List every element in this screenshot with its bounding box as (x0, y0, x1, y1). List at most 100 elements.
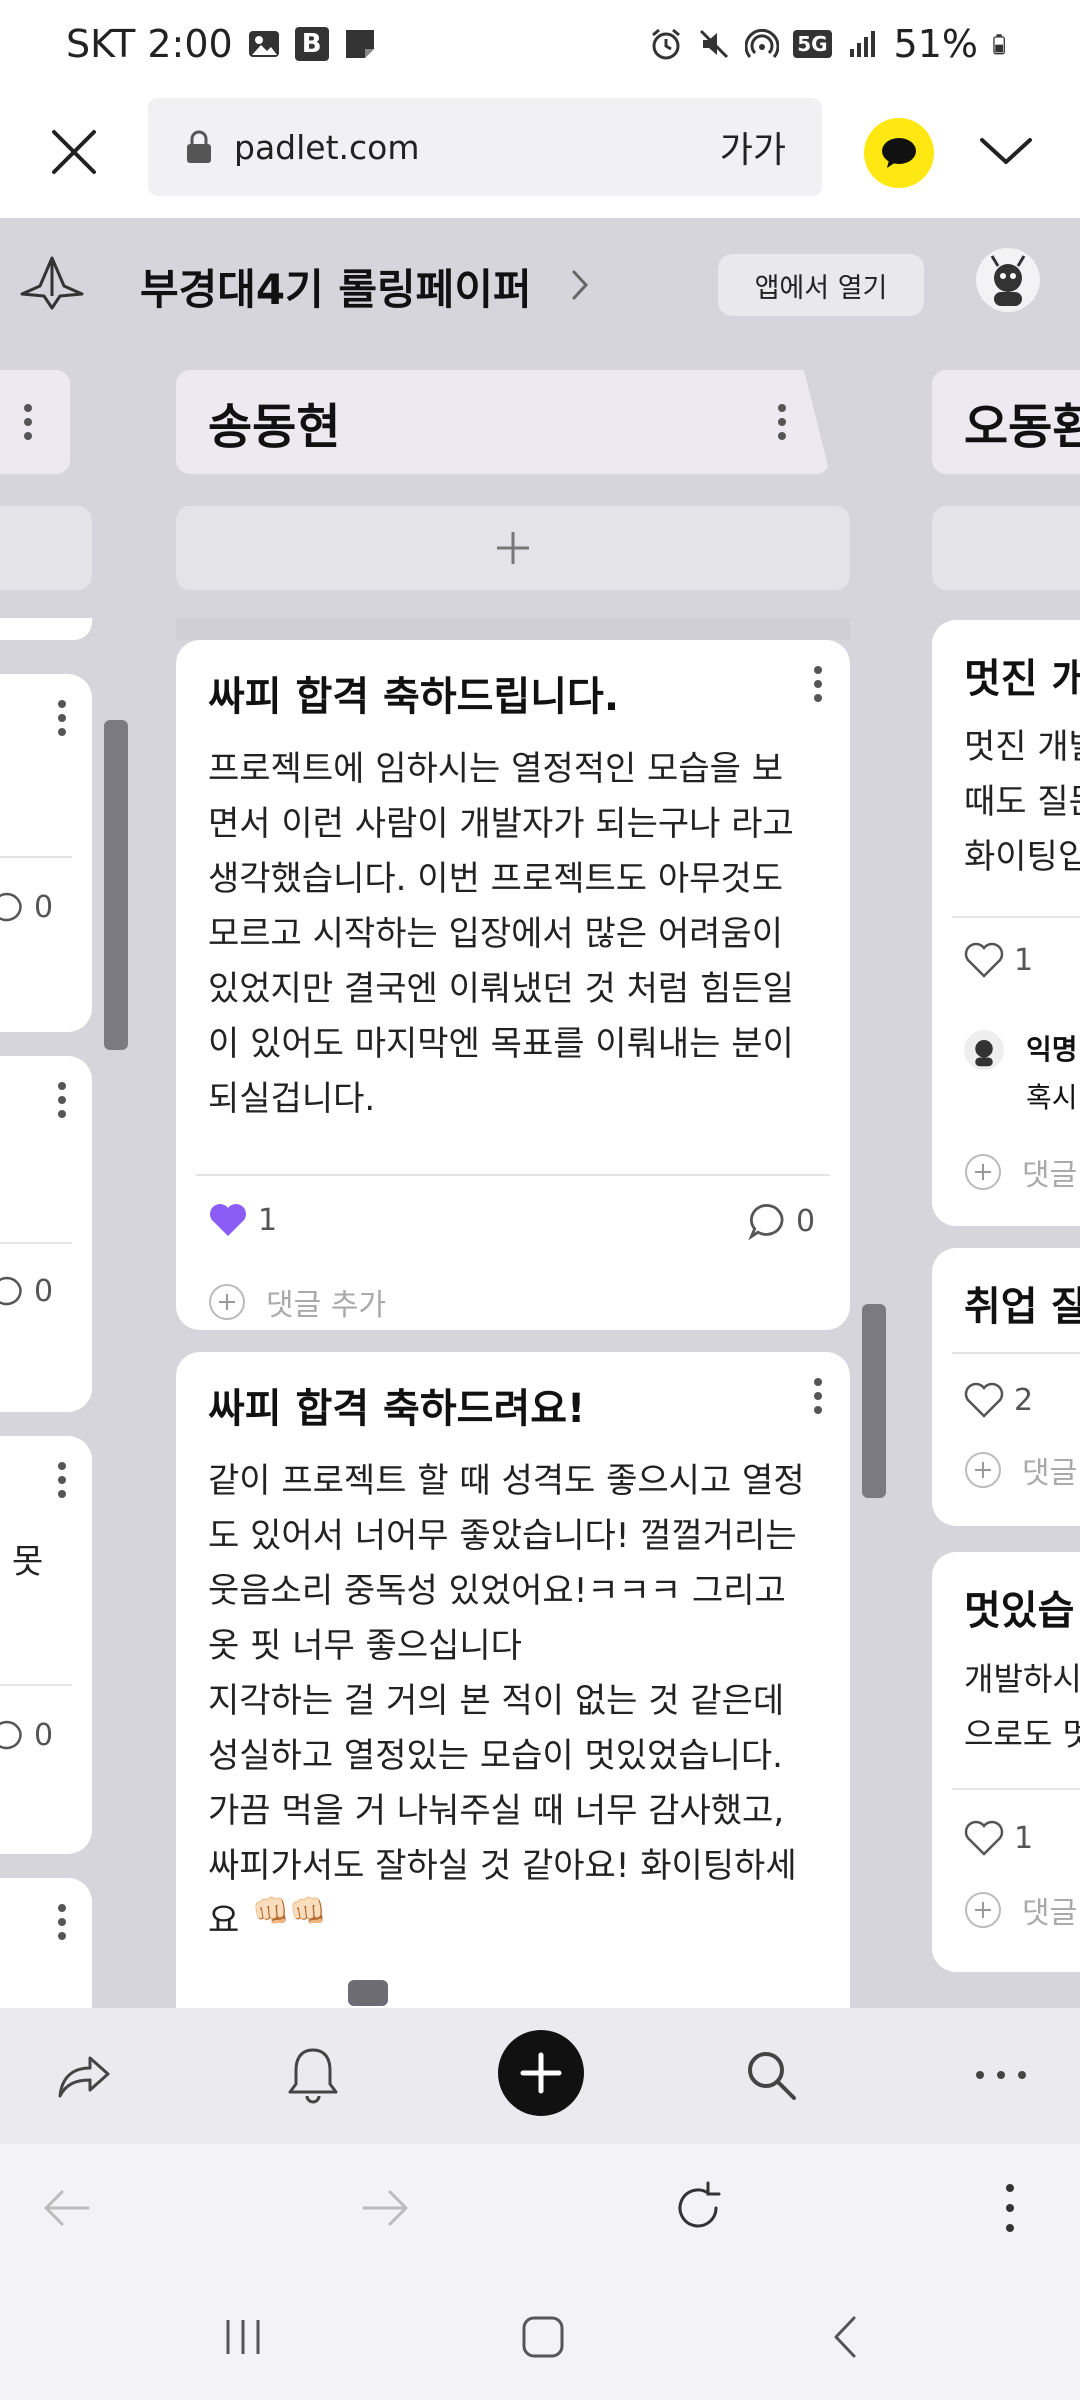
right-column-add-bar[interactable] (932, 506, 1080, 590)
card-divider (952, 1788, 1080, 1790)
left-column-scrollbar[interactable] (104, 720, 128, 1050)
avatar[interactable] (976, 248, 1040, 312)
board-title[interactable]: 부경대4기 롤링페이퍼 (140, 256, 532, 317)
column-header-center[interactable]: 송동현 (176, 370, 830, 474)
post-body: 개발하시 으로도 멋 (964, 1660, 1080, 1753)
avatar-icon (990, 255, 1026, 306)
plus-icon (497, 532, 529, 564)
left-card-2[interactable]: 0 (0, 1056, 92, 1412)
card-divider (0, 856, 72, 858)
close-icon[interactable] (44, 122, 104, 182)
left-card-4[interactable] (0, 1878, 92, 2008)
center-card-top-sliver (176, 618, 850, 640)
share-icon[interactable] (48, 2040, 118, 2110)
open-in-app-button[interactable]: 앱에서 열기 (718, 254, 924, 316)
kakao-button[interactable] (864, 118, 934, 188)
add-comment-button[interactable]: 댓글 (964, 1888, 1077, 1932)
post-title: 멋있습 (964, 1588, 1075, 1634)
kebab-icon[interactable] (776, 402, 788, 442)
left-card-3[interactable]: 못 0 (0, 1436, 92, 1854)
search-icon[interactable] (736, 2040, 806, 2110)
post-card[interactable]: 싸피 합격 축하드립니다. 프로젝트에 임하시는 열정적인 모습을 보 면서 이… (176, 640, 850, 1330)
comment-icon (0, 1276, 22, 1305)
alarm-icon (652, 28, 681, 60)
center-column-scrollbar[interactable] (862, 1304, 886, 1498)
post-title: 싸피 합격 축하드려요! (208, 1386, 586, 1432)
comment-icon (0, 892, 22, 921)
comment-avatar (964, 1030, 1004, 1070)
battery-percent: 51% (893, 22, 978, 66)
plus-icon (209, 1284, 245, 1320)
menu-kebab-icon[interactable] (1000, 2178, 1020, 2238)
add-comment-button[interactable]: 댓글 추가 (208, 1280, 386, 1324)
padlet-board[interactable]: 부경대4기 롤링페이퍼 앱에서 열기 0 0 못 0 송동현 싸피 합격 축하드… (0, 218, 1080, 2008)
comment-count[interactable]: 0 (0, 890, 53, 925)
post-card[interactable]: 취업 잘 2 댓글 (932, 1248, 1080, 1526)
avatar-icon (975, 1040, 993, 1067)
kebab-icon[interactable] (22, 402, 34, 442)
hotspot-icon (745, 28, 780, 58)
recent-apps-icon[interactable] (218, 2312, 268, 2362)
comment-count[interactable]: 0 (0, 1274, 53, 1309)
post-card[interactable]: 싸피 합격 축하드려요! 같이 프로젝트 할 때 성격도 좋으시고 열정 도 있… (176, 1352, 850, 2008)
horizontal-scrollbar[interactable] (348, 1980, 388, 2006)
left-column-add-bar[interactable] (0, 506, 92, 590)
chevron-right-icon[interactable] (568, 268, 592, 302)
post-card[interactable]: 멋진 개 멋진 개발 때도 질문 화이팅입 1 익명 혹시 댓글 (932, 620, 1080, 1226)
heart-icon (210, 1204, 246, 1236)
card-divider (952, 1352, 1080, 1354)
board-header: 부경대4기 롤링페이퍼 앱에서 열기 (0, 218, 1080, 348)
partial-post-text: 못 (12, 1542, 44, 1582)
kebab-icon[interactable] (56, 1902, 68, 1942)
plus-icon (965, 1892, 1001, 1928)
like-count[interactable]: 1 (964, 1820, 1033, 1856)
new-post-button[interactable] (498, 2030, 584, 2116)
plus-icon (965, 1154, 1001, 1190)
home-icon[interactable] (518, 2312, 568, 2362)
like-count[interactable]: 2 (964, 1382, 1033, 1418)
card-divider (0, 1684, 72, 1686)
back-icon[interactable] (38, 2178, 98, 2238)
system-nav-bar (0, 2274, 1080, 2400)
status-bar: SKT 2:00 B 5G 51% (0, 0, 1080, 88)
kebab-icon[interactable] (56, 1460, 68, 1500)
kebab-icon[interactable] (812, 1376, 824, 1416)
board-logo-icon[interactable] (20, 256, 84, 310)
plus-icon (520, 2052, 562, 2094)
address-bar[interactable]: padlet.com 가가 (148, 98, 822, 196)
column-header-right[interactable]: 오동환 (932, 370, 1080, 474)
comment-icon (0, 1720, 22, 1749)
system-back-icon[interactable] (822, 2312, 872, 2362)
comment-count[interactable]: 0 (0, 1718, 53, 1753)
heart-icon (964, 1382, 1004, 1418)
post-card[interactable]: 멋있습 개발하시 으로도 멋 1 댓글 (932, 1552, 1080, 1972)
signal-icon (849, 31, 875, 57)
kebab-icon[interactable] (812, 664, 824, 704)
post-title: 멋진 개 (964, 656, 1080, 702)
column-title: 오동환 (964, 399, 1080, 455)
chevron-down-icon[interactable] (976, 126, 1036, 176)
add-comment-button[interactable]: 댓글 (964, 1150, 1077, 1194)
commenter-name: 익명 (1026, 1033, 1078, 1066)
card-divider (952, 916, 1080, 918)
kebab-icon[interactable] (56, 1080, 68, 1120)
like-count[interactable]: 1 (208, 1202, 277, 1238)
left-card-sliver[interactable] (0, 618, 92, 640)
text-size-button[interactable]: 가가 (720, 121, 786, 173)
card-divider (196, 1174, 830, 1176)
status-time: SKT 2:00 (66, 22, 233, 66)
lock-icon (187, 130, 211, 163)
add-post-bar[interactable] (176, 506, 850, 590)
kebab-icon[interactable] (56, 698, 68, 738)
bell-icon[interactable] (278, 2040, 348, 2110)
post-body: 같이 프로젝트 할 때 성격도 좋으시고 열정 도 있어서 너어무 좋았습니다!… (208, 1461, 805, 1941)
column-title: 송동현 (208, 399, 341, 455)
more-icon[interactable] (966, 2040, 1036, 2110)
like-count[interactable]: 1 (964, 942, 1033, 978)
forward-icon[interactable] (354, 2178, 414, 2238)
mute-icon (700, 29, 729, 59)
refresh-icon[interactable] (668, 2178, 728, 2238)
left-card-1[interactable]: 0 (0, 674, 92, 1032)
comment-count[interactable]: 0 (748, 1202, 815, 1240)
add-comment-button[interactable]: 댓글 (964, 1448, 1077, 1492)
